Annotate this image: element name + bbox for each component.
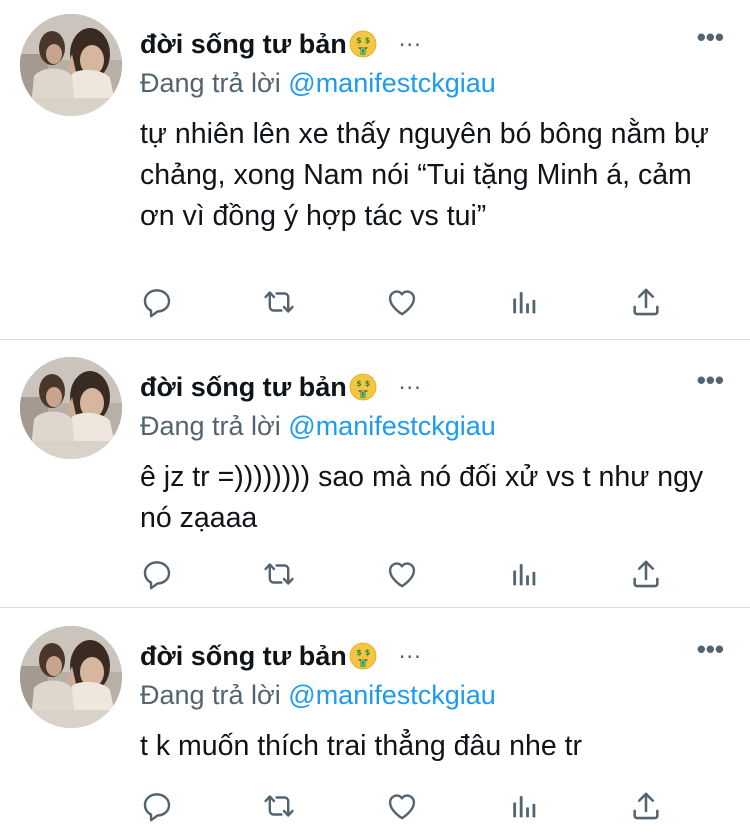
money-mouth-face-emoji bbox=[349, 642, 377, 670]
tweet[interactable]: đời sống tư bản ... ••• Đang trả lời @ma… bbox=[0, 14, 750, 334]
retweet-icon[interactable] bbox=[262, 285, 296, 319]
money-mouth-face-emoji bbox=[349, 373, 377, 401]
avatar-image bbox=[20, 626, 122, 728]
tweet-header: đời sống tư bản ... bbox=[140, 24, 422, 64]
avatar[interactable] bbox=[20, 14, 122, 116]
tweet-feed: đời sống tư bản ... ••• Đang trả lời @ma… bbox=[0, 0, 750, 834]
money-mouth-face-emoji bbox=[349, 30, 377, 58]
more-options-icon[interactable]: ••• bbox=[697, 365, 724, 396]
ellipsis-text: ... bbox=[398, 25, 422, 52]
more-options-icon[interactable]: ••• bbox=[697, 22, 724, 53]
reply-prefix: Đang trả lời bbox=[140, 411, 281, 441]
tweet-header: đời sống tư bản ... bbox=[140, 636, 422, 676]
author-name[interactable]: đời sống tư bản bbox=[140, 372, 347, 403]
replying-to: Đang trả lời @manifestckgiau bbox=[140, 680, 496, 711]
retweet-icon[interactable] bbox=[262, 557, 296, 591]
views-icon[interactable] bbox=[507, 285, 541, 319]
reply-handle-link[interactable]: @manifestckgiau bbox=[288, 411, 496, 441]
tweet[interactable]: đời sống tư bản ... ••• Đang trả lời @ma… bbox=[0, 357, 750, 597]
divider bbox=[0, 339, 750, 340]
heart-icon[interactable] bbox=[385, 285, 419, 319]
avatar[interactable] bbox=[20, 626, 122, 728]
tweet-text: t k muốn thích trai thẳng đâu nhe tr bbox=[140, 730, 583, 762]
action-bar bbox=[140, 285, 680, 319]
avatar-image bbox=[20, 357, 122, 459]
tweet-text: ê jz tr =)))))))) sao mà nó đối xử vs t … bbox=[140, 461, 704, 534]
author-name[interactable]: đời sống tư bản bbox=[140, 641, 347, 672]
tweet-header: đời sống tư bản ... bbox=[140, 367, 422, 407]
avatar-image bbox=[20, 14, 122, 116]
retweet-icon[interactable] bbox=[262, 789, 296, 823]
share-icon[interactable] bbox=[629, 285, 663, 319]
reply-icon[interactable] bbox=[140, 557, 174, 591]
action-bar bbox=[140, 557, 680, 591]
author-name[interactable]: đời sống tư bản bbox=[140, 29, 347, 60]
reply-handle-link[interactable]: @manifestckgiau bbox=[288, 68, 496, 98]
replying-to: Đang trả lời @manifestckgiau bbox=[140, 411, 496, 442]
share-icon[interactable] bbox=[629, 557, 663, 591]
divider bbox=[0, 607, 750, 608]
reply-icon[interactable] bbox=[140, 285, 174, 319]
reply-prefix: Đang trả lời bbox=[140, 68, 281, 98]
reply-prefix: Đang trả lời bbox=[140, 680, 281, 710]
replying-to: Đang trả lời @manifestckgiau bbox=[140, 68, 496, 99]
more-options-icon[interactable]: ••• bbox=[697, 634, 724, 665]
reply-icon[interactable] bbox=[140, 789, 174, 823]
share-icon[interactable] bbox=[629, 789, 663, 823]
reply-handle-link[interactable]: @manifestckgiau bbox=[288, 680, 496, 710]
tweet[interactable]: đời sống tư bản ... ••• Đang trả lời @ma… bbox=[0, 626, 750, 834]
views-icon[interactable] bbox=[507, 557, 541, 591]
views-icon[interactable] bbox=[507, 789, 541, 823]
heart-icon[interactable] bbox=[385, 789, 419, 823]
avatar[interactable] bbox=[20, 357, 122, 459]
action-bar bbox=[140, 789, 680, 823]
heart-icon[interactable] bbox=[385, 557, 419, 591]
ellipsis-text: ... bbox=[398, 637, 422, 664]
ellipsis-text: ... bbox=[398, 368, 422, 395]
tweet-text: tự nhiên lên xe thấy nguyên bó bông nằm … bbox=[140, 118, 709, 232]
